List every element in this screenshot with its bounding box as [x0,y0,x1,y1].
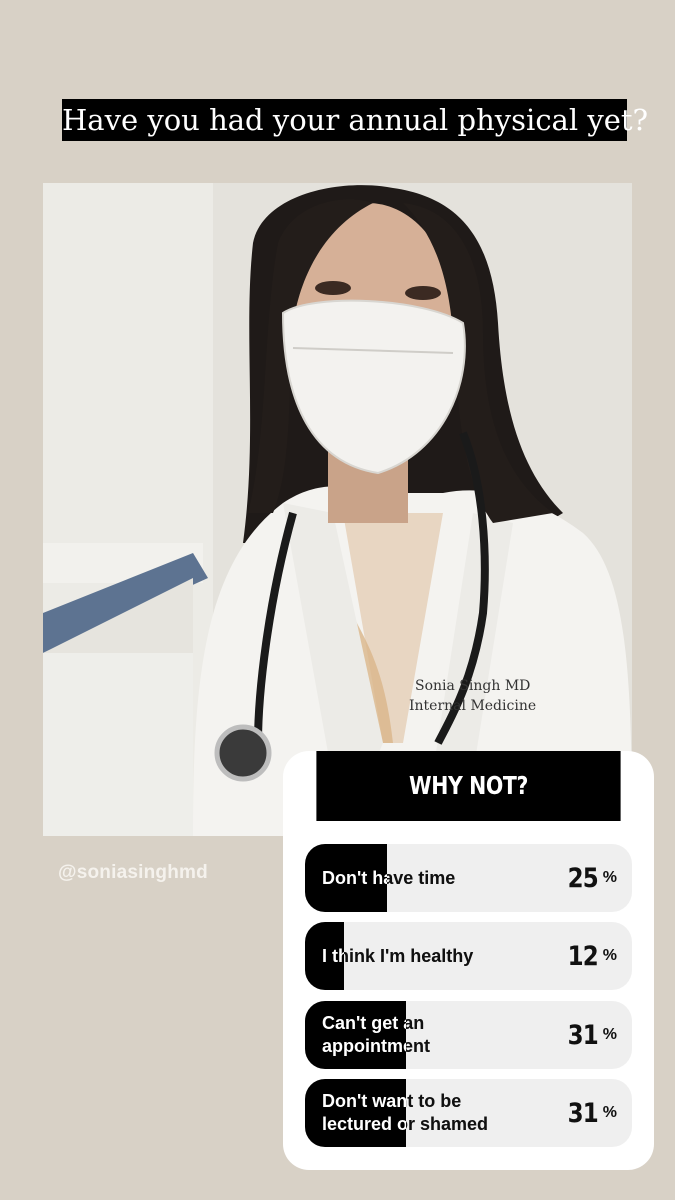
story-question-text: Have you had your annual physical yet? [62,99,648,141]
poll-option-percent-value: 12 [567,940,599,972]
poll-option-label: Can't get an appointment [322,1013,430,1056]
poll-option-2[interactable]: I think I'm healthy 12% [305,922,632,990]
poll-option-percent-value: 25 [567,862,599,894]
poll-option-percent: 31% [565,1079,617,1147]
poll-option-percent: 12% [565,922,617,990]
percent-symbol: % [602,1026,617,1043]
poll-option-4[interactable]: Don't want to be lectured or shamed 31% [305,1079,632,1147]
poll-option-percent: 31% [565,1001,617,1069]
poll-option-label: Don't have time [322,867,456,888]
percent-symbol: % [602,1104,617,1121]
poll-option-1[interactable]: Don't have time 25% [305,844,632,912]
poll-option-percent: 25% [565,844,617,912]
coat-title-text: Internal Medicine [409,698,536,714]
poll-title: WHY NOT? [316,751,621,821]
poll-option-label: I think I'm healthy [322,945,474,966]
poll-option-percent-value: 31 [567,1097,599,1129]
coat-name-text: Sonia Singh MD [415,678,530,694]
poll-sticker: WHY NOT? Don't have time 25% I think I'm… [283,751,654,1170]
doctor-photo: Sonia Singh MD Internal Medicine [43,183,632,836]
poll-option-label: Don't want to be lectured or shamed [322,1091,489,1134]
mention-tag[interactable]: @soniasinghmd [58,862,208,884]
percent-symbol: % [602,869,617,886]
poll-option-3[interactable]: Can't get an appointment 31% [305,1001,632,1069]
poll-option-percent-value: 31 [567,1019,599,1051]
percent-symbol: % [602,947,617,964]
doctor-photo-illustration: Sonia Singh MD Internal Medicine [43,183,632,836]
